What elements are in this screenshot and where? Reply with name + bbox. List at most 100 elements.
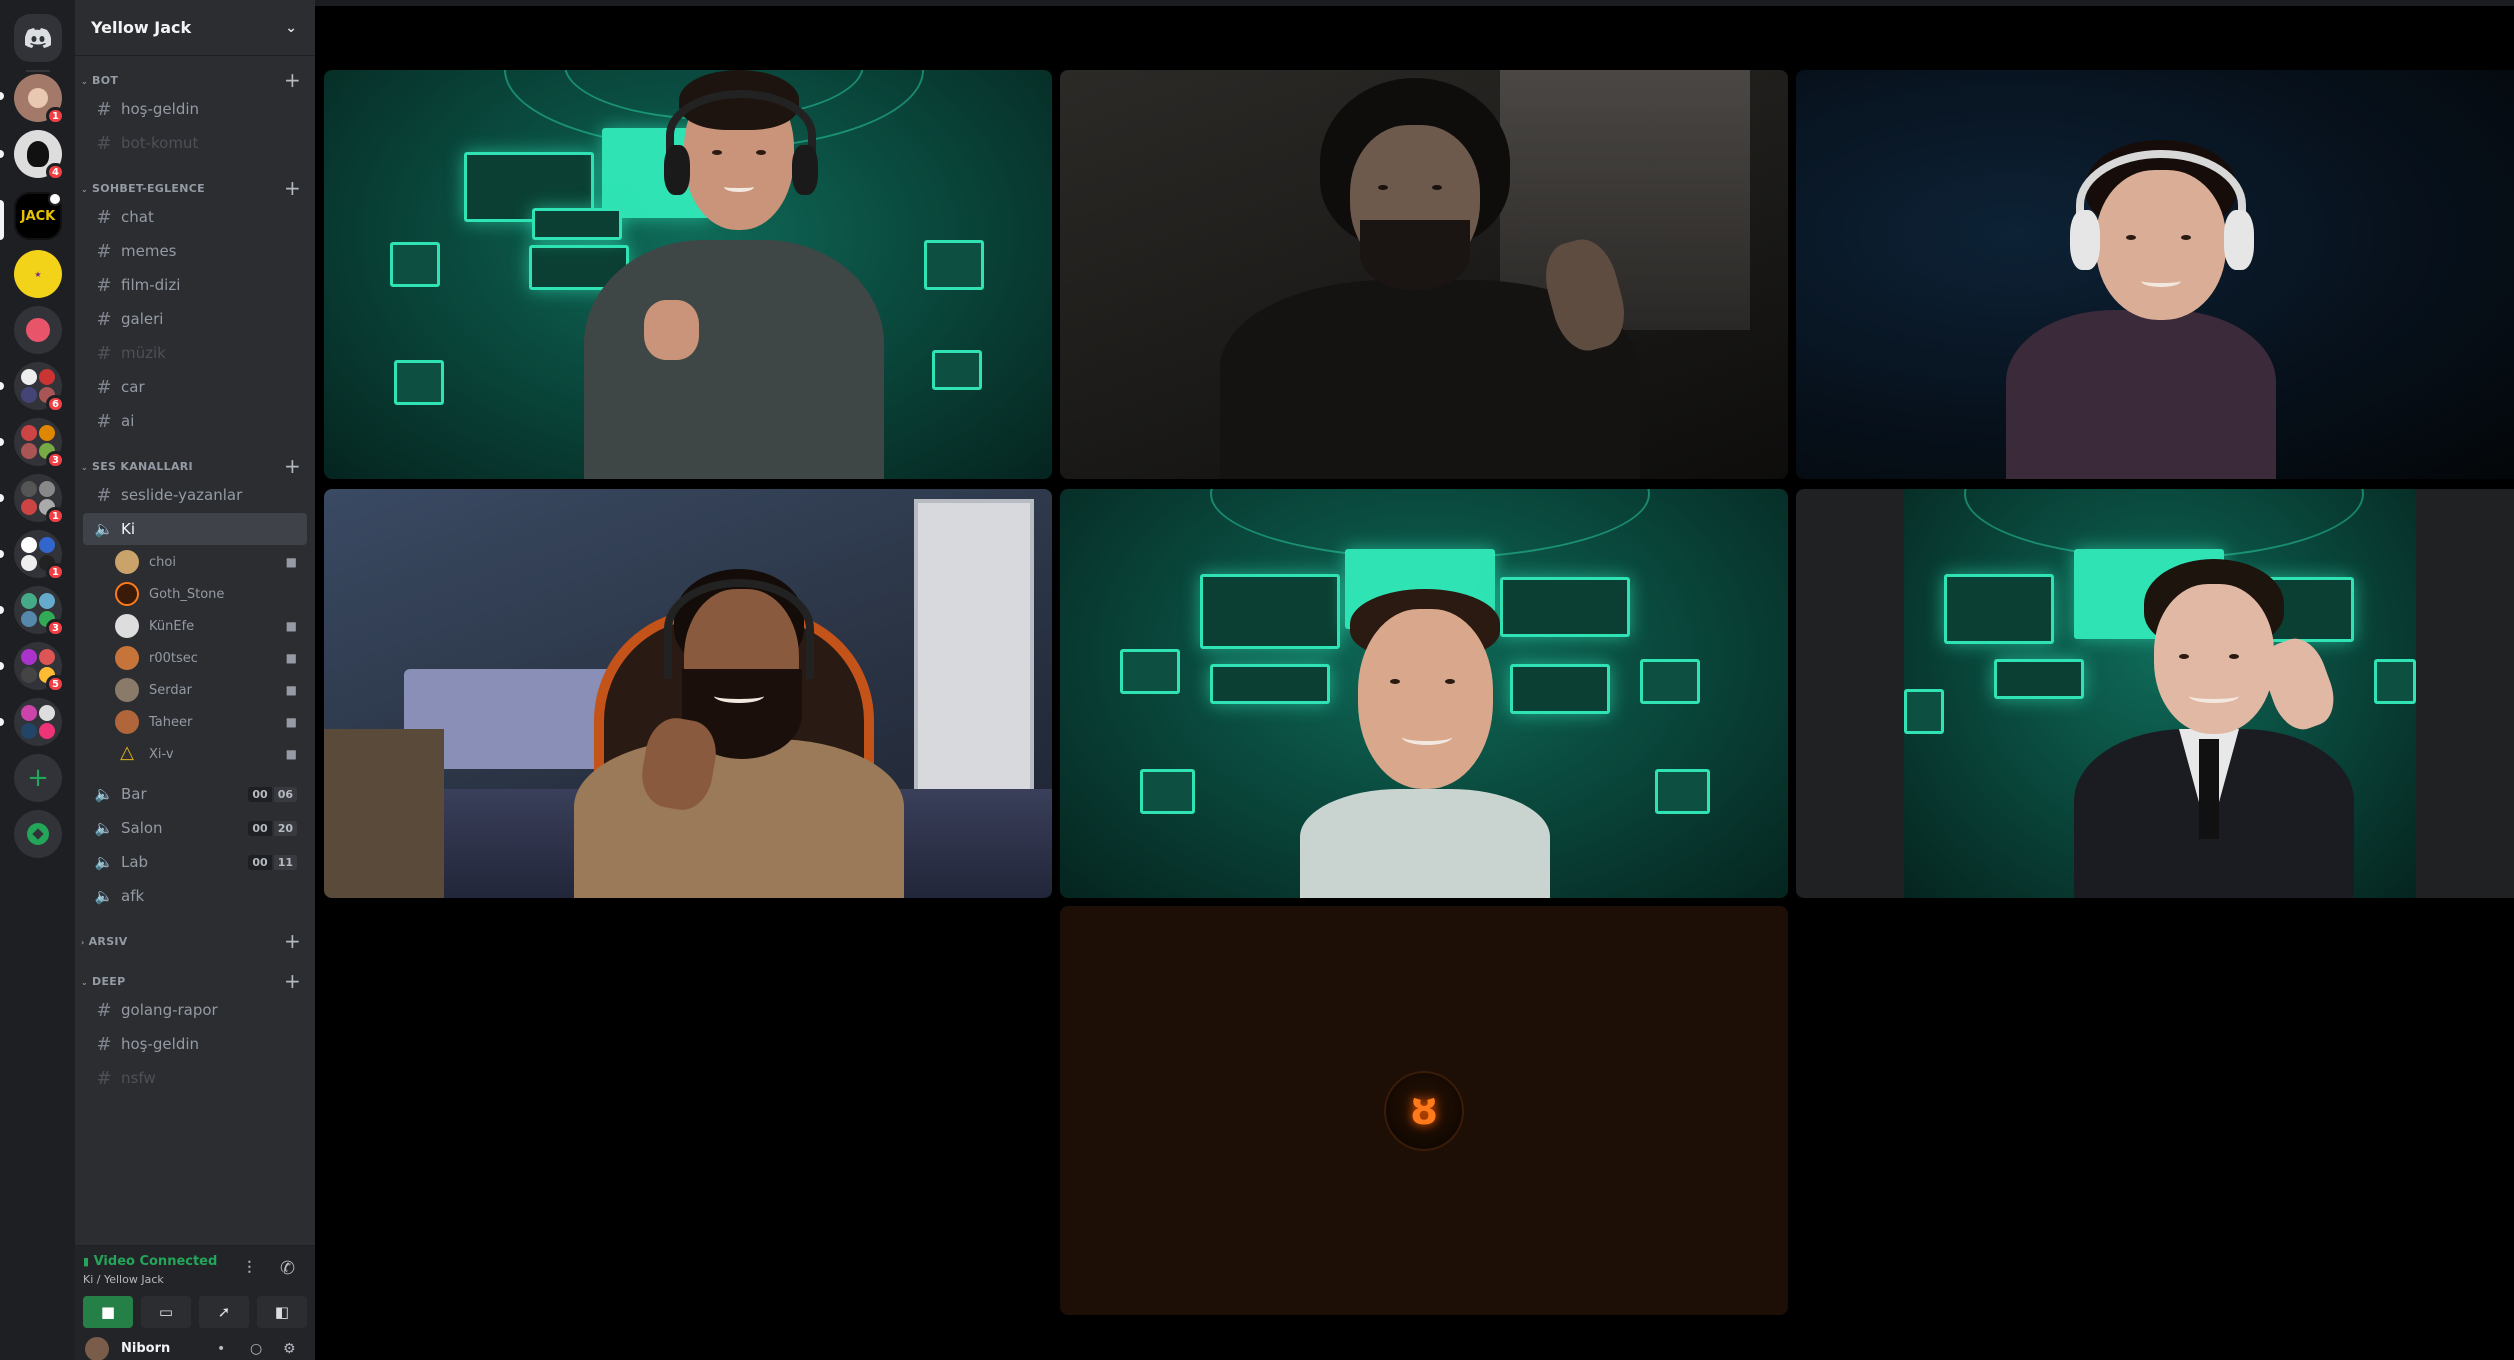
hash-icon: # (96, 1067, 112, 1089)
server-icon-2[interactable]: 4 (14, 130, 65, 181)
discord-home-icon[interactable] (14, 14, 62, 62)
voice-user-goth-stone[interactable]: Goth_Stone (115, 579, 305, 609)
category-ses-kanallari[interactable]: ⌄ SES KANALLARI + (75, 454, 315, 478)
voice-channel-afk[interactable]: 🔈 afk (83, 880, 307, 912)
server-folder-6[interactable]: 5 (14, 642, 65, 693)
voice-user-kunefe[interactable]: KünEfe ■ (115, 611, 305, 641)
headphones-icon[interactable]: ○ (250, 1341, 262, 1357)
signal-icon: ▮ (83, 1255, 90, 1268)
activities-button[interactable]: ➚ (199, 1296, 249, 1328)
hash-icon: # (96, 999, 112, 1021)
channel-memes[interactable]: # memes (83, 235, 307, 267)
video-camera-icon: ■ (100, 1303, 116, 1321)
video-tile[interactable]: participant-5 (1060, 489, 1788, 898)
video-camera-icon: ■ (285, 619, 297, 633)
server-folder-2[interactable]: 3 (14, 418, 65, 469)
video-tile[interactable]: participant-6 (1796, 489, 2514, 898)
gear-icon[interactable]: ⚙ (283, 1341, 296, 1357)
video-tile-avatar[interactable]: ȣ participant-7-avatar (1060, 906, 1788, 1315)
channel-film-dizi[interactable]: # film-dizi (83, 269, 307, 301)
screen-share-icon: ▭ (158, 1303, 174, 1321)
server-folder-7[interactable] (14, 698, 62, 746)
channel-chat[interactable]: # chat (83, 201, 307, 233)
channel-muzik[interactable]: # müzik (83, 337, 307, 369)
server-folder-5[interactable]: 3 (14, 586, 65, 637)
server-folder-1[interactable]: 6 (14, 362, 65, 413)
voice-connection-panel: ▮ Video Connected Ki / Yellow Jack ⫶ ✆ ■… (75, 1245, 315, 1337)
disconnect-icon[interactable]: ✆ (280, 1258, 295, 1279)
notification-badge: 6 (46, 395, 65, 413)
server-folder-4[interactable]: 1 (14, 530, 65, 581)
add-channel-icon[interactable]: + (284, 969, 301, 993)
server-icon-5[interactable] (14, 306, 62, 354)
voice-user-serdar[interactable]: Serdar ■ (115, 675, 305, 705)
add-server-icon[interactable]: + (14, 754, 62, 802)
notification-badge: 1 (46, 107, 65, 125)
avatar (115, 550, 139, 574)
voice-user-r00tsec[interactable]: r00tsec ■ (115, 643, 305, 673)
soundboard-button[interactable]: ◧ (257, 1296, 307, 1328)
video-tile[interactable]: participant-3 (1796, 70, 2514, 479)
add-channel-icon[interactable]: + (284, 176, 301, 200)
username[interactable]: Niborn (121, 1341, 170, 1356)
video-tile[interactable]: participant-4 (324, 489, 1052, 898)
category-arsiv[interactable]: › ARSIV + (75, 929, 315, 953)
hash-icon: # (96, 98, 112, 120)
hash-icon: # (96, 240, 112, 262)
channel-golang-rapor[interactable]: # golang-rapor (83, 994, 307, 1026)
server-icon-yellow-jack[interactable]: JACK (14, 192, 62, 240)
server-icon-1[interactable]: 1 (14, 74, 65, 125)
server-folder-3[interactable]: 1 (14, 474, 65, 525)
avatar (115, 646, 139, 670)
voice-user-choi[interactable]: choi ■ (115, 547, 305, 577)
avatar (115, 582, 139, 606)
compass-icon[interactable] (14, 810, 62, 858)
camera-button[interactable]: ■ (83, 1296, 133, 1328)
channel-seslide-yazanlar[interactable]: # seslide-yazanlar (83, 479, 307, 511)
channel-sidebar: Yellow Jack ⌄ ⌄ BOT + # hoş-geldin # bot-kom… (75, 0, 315, 1360)
avatar[interactable] (85, 1336, 109, 1360)
channel-bot-komut[interactable]: # bot-komut (83, 127, 307, 159)
voice-channel-salon[interactable]: 🔈 Salon 00 20 (83, 812, 307, 844)
screen-share-button[interactable]: ▭ (141, 1296, 191, 1328)
video-tile[interactable]: participant-2 (1060, 70, 1788, 479)
add-channel-icon[interactable]: + (284, 929, 301, 953)
server-header[interactable]: Yellow Jack ⌄ (75, 0, 315, 56)
microphone-icon[interactable]: • (217, 1341, 225, 1357)
channel-ai[interactable]: # ai (83, 405, 307, 437)
channel-hos-geldin-deep[interactable]: # hoş-geldin (83, 1028, 307, 1060)
add-channel-icon[interactable]: + (284, 68, 301, 92)
hash-icon: # (96, 410, 112, 432)
voice-channel-lab[interactable]: 🔈 Lab 00 11 (83, 846, 307, 878)
channel-hos-geldin[interactable]: # hoş-geldin (83, 93, 307, 125)
add-channel-icon[interactable]: + (284, 454, 301, 478)
category-bot[interactable]: ⌄ BOT + (75, 68, 315, 92)
avatar: △ (120, 742, 134, 763)
hash-icon: # (96, 132, 112, 154)
video-stage: participant-1 participant-2 (315, 0, 2514, 1360)
voice-channel-bar[interactable]: 🔈 Bar 00 06 (83, 778, 307, 810)
voice-status[interactable]: ▮ Video Connected (83, 1254, 217, 1269)
speaker-icon: 🔈 (94, 520, 114, 538)
video-camera-icon: ■ (285, 651, 297, 665)
channel-galeri[interactable]: # galeri (83, 303, 307, 335)
speaker-icon: 🔈 (94, 887, 114, 905)
notification-badge: 4 (46, 163, 65, 181)
notification-badge: 5 (46, 675, 65, 693)
category-deep[interactable]: ⌄ DEEP + (75, 969, 315, 993)
hash-icon: # (96, 308, 112, 330)
voice-channel-ki[interactable]: 🔈 Ki (83, 513, 307, 545)
chevron-down-icon[interactable]: ⌄ (285, 20, 297, 36)
hash-icon: # (96, 376, 112, 398)
channel-car[interactable]: # car (83, 371, 307, 403)
server-icon-4[interactable]: ★ (14, 250, 62, 298)
noise-suppression-icon[interactable]: ⫶ (247, 1258, 252, 1279)
category-sohbet[interactable]: ⌄ SOHBET-EGLENCE + (75, 176, 315, 200)
server-rail: 1 4 JACK ★ 6 3 1 1 3 5 + (0, 0, 75, 1360)
voice-location[interactable]: Ki / Yellow Jack (83, 1273, 164, 1286)
channel-nsfw[interactable]: # nsfw (83, 1062, 307, 1094)
voice-user-xi-v[interactable]: △ Xi-v ■ (115, 739, 305, 769)
hash-icon: # (96, 206, 112, 228)
voice-user-taheer[interactable]: Taheer ■ (115, 707, 305, 737)
video-tile[interactable]: participant-1 (324, 70, 1052, 479)
